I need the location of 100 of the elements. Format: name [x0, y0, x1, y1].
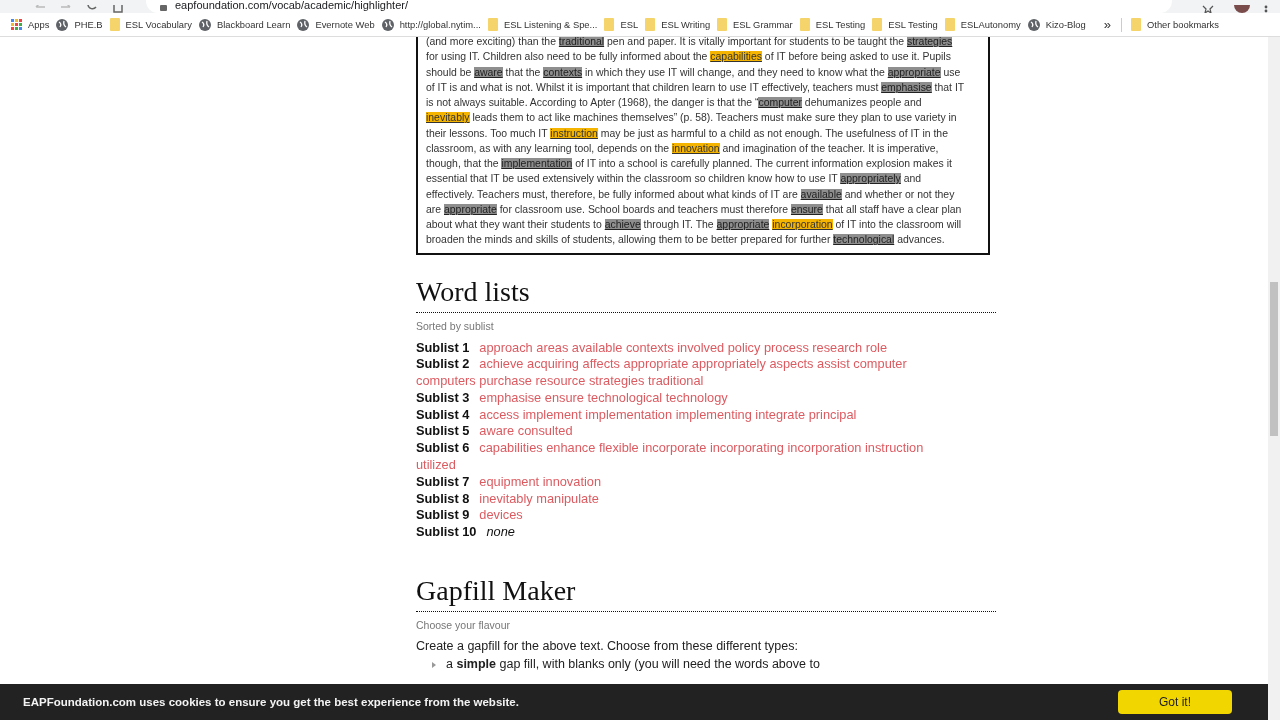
word-link[interactable]: areas [536, 339, 569, 355]
folder-icon [604, 18, 615, 31]
bookmark[interactable]: Kizo-Blog [1026, 13, 1092, 36]
passage-line: about what they want their students to achieve through IT. The appropriate incorporation of IT into the classroom will [426, 218, 962, 232]
word-link[interactable]: involved [677, 339, 725, 355]
menu-icon[interactable] [1264, 5, 1268, 13]
gapfill-option[interactable]: a simple gap fill, with blanks only (you will need the words above to [446, 656, 820, 673]
word-link[interactable]: consulted [517, 423, 573, 439]
word-link[interactable]: equipment [479, 473, 540, 489]
avatar-icon[interactable] [1234, 5, 1250, 13]
cookie-message: EAPFoundation.com uses cookies to ensure you get the best experience from the website. [23, 696, 519, 708]
scrollbar[interactable] [1268, 37, 1280, 720]
word-link[interactable]: access [479, 406, 520, 422]
sublist-label: Sublist 7 [416, 473, 470, 489]
sublist-label: Sublist 6 [416, 440, 470, 456]
word-link[interactable]: process [763, 339, 809, 355]
more-bookmarks-button[interactable]: » [1097, 17, 1117, 32]
word-link[interactable]: incorporate [642, 440, 707, 456]
bookmark[interactable]: ESLAutonomy [943, 13, 1027, 36]
bullet-icon [432, 662, 436, 669]
bookmark[interactable]: ESL Listening & Spe... [486, 13, 604, 36]
word-link[interactable]: inevitably [479, 490, 533, 506]
accept-button[interactable]: Got it! [1118, 690, 1232, 714]
section-heading: Word lists [416, 274, 996, 313]
passage-line: inevitably leads them to act like machines themselves” (p. 58). Teachers must make sure they plan to use variety in [426, 111, 957, 126]
sublist-label: Sublist 3 [416, 389, 470, 405]
bookmark[interactable]: PHE.B [55, 13, 109, 36]
sublist-label: Sublist 9 [416, 507, 470, 523]
word-link[interactable]: capabilities [479, 440, 543, 456]
bookmark[interactable]: Other bookmarks [1130, 13, 1225, 36]
word-link[interactable]: computer [853, 356, 907, 372]
word-link[interactable]: flexible [598, 440, 639, 456]
bookmark[interactable]: ESL Testing [871, 13, 944, 36]
word-link[interactable]: implementation [585, 406, 673, 422]
bookmark[interactable]: ESL Grammar [716, 13, 799, 36]
word-link[interactable]: assist [817, 356, 850, 372]
apps-grid-icon [11, 19, 22, 30]
word-link[interactable]: implement [522, 406, 582, 422]
word-link[interactable]: strategies [588, 373, 645, 389]
word-link[interactable]: appropriately [691, 356, 766, 372]
word-link[interactable]: computers [416, 373, 476, 389]
folder-icon [487, 18, 498, 31]
sublist-label: Sublist 4 [416, 406, 470, 422]
word-link[interactable]: enhance [546, 440, 596, 456]
globe-icon [198, 18, 211, 31]
word-link[interactable]: principal [808, 406, 857, 422]
word-link[interactable]: traditional [647, 373, 704, 389]
word-link[interactable]: integrate [755, 406, 806, 422]
word-link[interactable]: achieve [479, 356, 524, 372]
scrollbar-thumb[interactable] [1270, 282, 1278, 436]
bookmark[interactable]: http://global.nytim... [380, 13, 487, 36]
word-link[interactable]: resource [535, 373, 586, 389]
word-link[interactable]: aware [479, 423, 515, 439]
folder-icon [1131, 18, 1141, 31]
word-link[interactable]: aspects [769, 356, 814, 372]
word-link[interactable]: appropriate [623, 356, 689, 372]
passage-line: are appropriate for classroom use. School boards and teachers must therefore ensure that all staff have a clear plan [426, 202, 962, 217]
section-heading: Gapfill Maker [416, 574, 996, 613]
folder-icon [799, 18, 810, 31]
word-link[interactable]: contexts [625, 339, 674, 355]
bookmark[interactable]: ESL Writing [644, 13, 717, 36]
word-link[interactable]: affects [582, 356, 620, 372]
passage-line: for using IT. Children also need to be fully informed about the capabilities of IT before being asked to use it. Pupils [426, 50, 951, 65]
bookmark[interactable]: ESL [603, 13, 645, 36]
word-link[interactable]: incorporation [787, 440, 862, 456]
globe-icon [297, 18, 310, 31]
word-link[interactable]: devices [479, 507, 523, 523]
bookmark[interactable]: Evernote Web [296, 13, 381, 36]
reload-icon[interactable] [86, 5, 98, 13]
word-link[interactable]: approach [479, 339, 533, 355]
sublist-note: none [486, 524, 515, 540]
word-link[interactable]: implementing [675, 406, 752, 422]
word-link[interactable]: technological [587, 389, 663, 405]
word-link[interactable]: acquiring [527, 356, 579, 372]
section-subtitle: Choose your flavour [416, 619, 511, 632]
bookmark[interactable]: Apps [10, 13, 56, 36]
word-link[interactable]: incorporating [709, 440, 784, 456]
word-link[interactable]: role [865, 339, 888, 355]
word-link[interactable]: innovation [542, 473, 601, 489]
passage-line: should be aware that the contexts in which they use IT will change, and they need to know what the appropriate use [426, 65, 961, 80]
address-bar[interactable]: eapfoundation.com/vocab/academic/highlighter/ [146, 0, 1172, 13]
sublist-label: Sublist 10 [416, 524, 477, 540]
bookmark[interactable]: ESL Testing [798, 13, 872, 36]
bookmark[interactable]: Blackboard Learn [197, 13, 297, 36]
word-link[interactable]: emphasise [479, 389, 542, 405]
word-link[interactable]: purchase [479, 373, 532, 389]
word-link[interactable]: utilized [416, 457, 456, 473]
home-icon[interactable] [112, 5, 124, 13]
word-link[interactable]: instruction [865, 440, 924, 456]
bookmark[interactable]: ESL Vocabulary [108, 13, 198, 36]
passage-line: classroom, as with any learning tool, depends on the innovation and imagination of the teacher. It is imperative, [426, 141, 939, 156]
word-link[interactable]: policy [727, 339, 761, 355]
globe-icon [1027, 18, 1040, 31]
folder-icon [109, 18, 120, 31]
section-subtitle: Sorted by sublist [416, 319, 495, 332]
word-link[interactable]: research [812, 339, 863, 355]
word-link[interactable]: technology [665, 389, 728, 405]
word-link[interactable]: ensure [544, 389, 584, 405]
word-link[interactable]: available [571, 339, 623, 355]
word-link[interactable]: manipulate [536, 490, 599, 506]
